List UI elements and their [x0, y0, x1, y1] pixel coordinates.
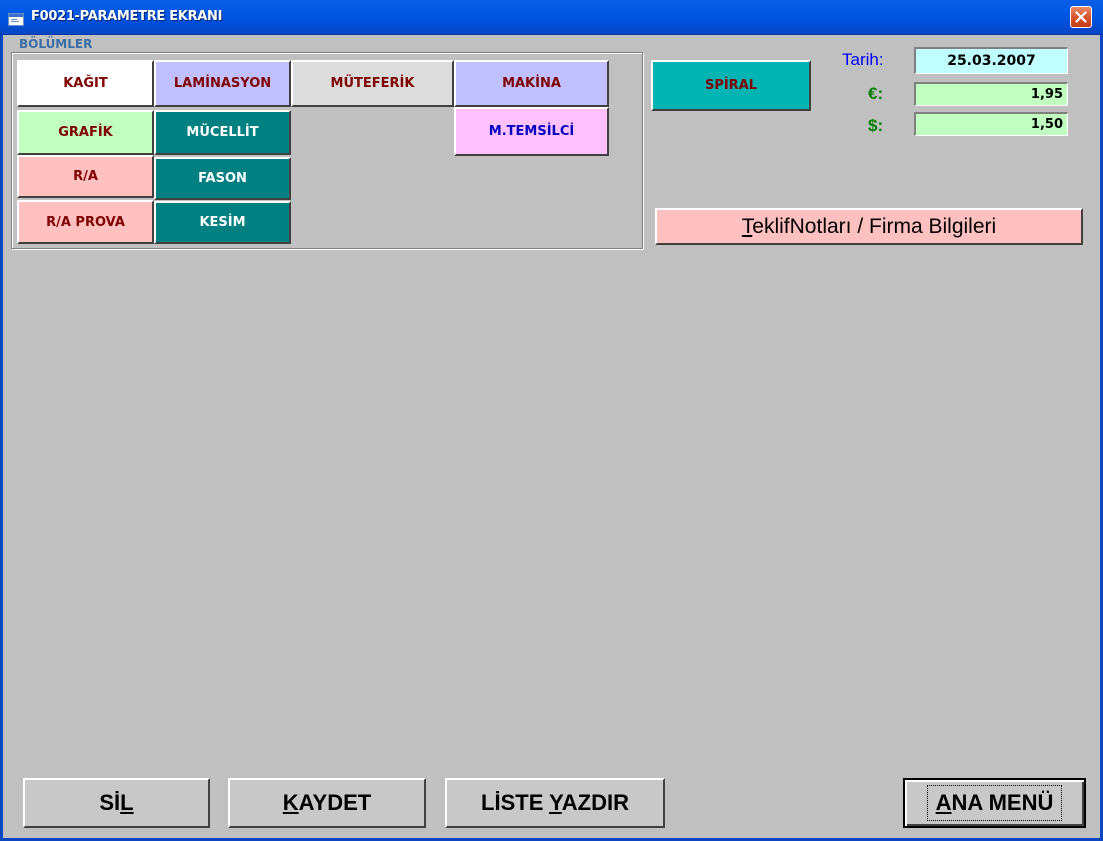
section-mtemsilci-label: M.TEMSİLCİ — [488, 124, 575, 139]
close-button[interactable] — [1070, 6, 1092, 28]
section-makina-button[interactable]: MAKİNA — [454, 60, 609, 107]
offer-notes-label-rest: eklifNotları / Firma Bilgileri — [752, 214, 997, 238]
section-ra-prova-label: R/A PROVA — [46, 214, 125, 230]
main-menu-label-part: NA MENÜ — [951, 790, 1054, 815]
section-laminasyon-button[interactable]: LAMİNASYON — [154, 60, 291, 107]
section-makina-label: MAKİNA — [502, 76, 561, 91]
delete-button-label: SİL — [99, 790, 133, 816]
print-label-part-b: AZDIR — [561, 790, 629, 815]
section-spiral-button[interactable]: SPİRAL — [651, 60, 811, 111]
section-laminasyon-label: LAMİNASYON — [173, 76, 272, 91]
date-label: Tarih: — [842, 50, 884, 69]
print-label-mnemonic: Y — [549, 790, 562, 815]
date-value: 25.03.2007 — [947, 53, 1036, 69]
dollar-rate-field[interactable]: 1,50 — [914, 112, 1068, 136]
section-fason-label: FASON — [198, 171, 247, 186]
close-icon — [1075, 11, 1087, 23]
section-mtemsilci-button[interactable]: M.TEMSİLCİ — [454, 107, 609, 156]
section-kagit-label: KAĞIT — [63, 76, 108, 91]
section-kesim-label: KESİM — [199, 215, 246, 230]
delete-label-mnemonic: L — [120, 790, 134, 815]
window-icon — [8, 11, 24, 26]
section-ra-prova-button[interactable]: R/A PROVA — [17, 200, 154, 244]
window-title: F0021-PARAMETRE EKRANI — [31, 9, 223, 24]
offer-notes-company-info-button[interactable]: TeklifNotları / Firma Bilgileri — [655, 208, 1083, 245]
delete-label-part: Sİ — [99, 790, 121, 815]
print-list-button[interactable]: LİSTE YAZDIR — [445, 778, 665, 828]
print-label-part-a: LİSTE — [481, 790, 550, 815]
section-kesim-button[interactable]: KESİM — [154, 201, 291, 244]
delete-button[interactable]: SİL — [23, 778, 210, 828]
section-mucellit-button[interactable]: MÜCELLİT — [154, 110, 291, 155]
euro-rate-field[interactable]: 1,95 — [914, 82, 1068, 106]
section-grafik-button[interactable]: GRAFİK — [17, 110, 154, 155]
date-field[interactable]: 25.03.2007 — [914, 47, 1068, 74]
save-button[interactable]: KAYDET — [228, 778, 426, 828]
sections-group-label: BÖLÜMLER — [16, 37, 96, 51]
save-label-mnemonic: K — [282, 790, 299, 815]
title-bar: F0021-PARAMETRE EKRANI — [0, 0, 1103, 35]
euro-label: €: — [868, 84, 884, 103]
save-button-label: KAYDET — [283, 790, 371, 816]
main-menu-button-label: ANA MENÜ — [926, 785, 1063, 821]
section-ra-button[interactable]: R/A — [17, 155, 154, 198]
section-mucellit-label: MÜCELLİT — [186, 125, 259, 140]
section-fason-button[interactable]: FASON — [154, 157, 291, 200]
offer-notes-mnemonic: T — [741, 214, 753, 238]
offer-notes-label: TeklifNotları / Firma Bilgileri — [742, 215, 996, 239]
main-menu-button[interactable]: ANA MENÜ — [903, 778, 1086, 828]
dollar-rate-value: 1,50 — [1030, 117, 1063, 132]
section-muteferik-label: MÜTEFERİK — [330, 76, 415, 91]
save-label-part: AYDET — [298, 790, 372, 815]
section-kagit-button[interactable]: KAĞIT — [17, 60, 154, 107]
dollar-label: $: — [868, 116, 884, 135]
euro-rate-value: 1,95 — [1030, 87, 1063, 102]
print-list-button-label: LİSTE YAZDIR — [481, 790, 629, 816]
main-menu-mnemonic: A — [935, 790, 952, 815]
section-spiral-label: SPİRAL — [704, 78, 758, 93]
section-muteferik-button[interactable]: MÜTEFERİK — [291, 60, 454, 107]
section-ra-label: R/A — [73, 169, 98, 184]
section-grafik-label: GRAFİK — [58, 125, 113, 140]
